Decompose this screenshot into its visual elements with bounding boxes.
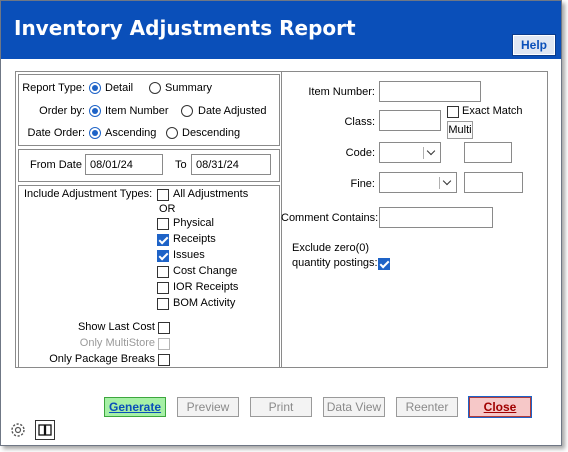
exact-match-checkbox[interactable]: [447, 106, 459, 118]
report-type-detail-label: Detail: [105, 82, 134, 94]
exclude-zero-label-line1: Exclude zero(0): [292, 242, 370, 254]
receipts-label: Receipts: [173, 233, 216, 245]
show-last-cost-label: Show Last Cost: [77, 321, 155, 333]
physical-checkbox[interactable]: [157, 218, 169, 230]
multi-button[interactable]: Multi: [447, 121, 473, 139]
report-window: Inventory Adjustments Report Help Report…: [0, 0, 562, 446]
bom-activity-label: BOM Activity: [173, 297, 236, 309]
data-view-button[interactable]: Data View: [323, 397, 385, 417]
only-package-breaks-label: Only Package Breaks: [49, 353, 155, 365]
exclude-zero-checkbox[interactable]: [378, 258, 390, 270]
report-type-label: Report Type:: [22, 82, 85, 94]
order-by-item-number-radio[interactable]: [89, 105, 101, 117]
receipts-checkbox[interactable]: [157, 234, 169, 246]
adjustment-types-label: Include Adjustment Types:: [24, 188, 153, 200]
gear-icon[interactable]: [9, 421, 27, 439]
issues-checkbox[interactable]: [157, 250, 169, 262]
or-label: OR: [159, 203, 176, 215]
book-icon[interactable]: [35, 420, 55, 440]
chevron-down-icon: [439, 177, 453, 189]
title-bar: Inventory Adjustments Report Help: [1, 1, 561, 59]
show-last-cost-checkbox[interactable]: [158, 322, 170, 334]
only-package-breaks-checkbox[interactable]: [158, 354, 170, 366]
fine-select[interactable]: [379, 172, 457, 193]
item-number-label: Item Number:: [308, 86, 375, 98]
exclude-zero-label-line2: quantity postings:: [292, 257, 378, 269]
window-title: Inventory Adjustments Report: [14, 16, 356, 40]
only-multistore-checkbox: [158, 338, 170, 350]
all-adjustments-label: All Adjustments: [173, 188, 249, 200]
close-button[interactable]: Close: [468, 396, 532, 418]
preview-button[interactable]: Preview: [177, 397, 239, 417]
reenter-button[interactable]: Reenter: [396, 397, 458, 417]
fine-secondary-input[interactable]: [464, 172, 523, 193]
date-order-ascending-label: Ascending: [105, 127, 157, 139]
physical-label: Physical: [173, 217, 214, 229]
issues-label: Issues: [173, 249, 205, 261]
date-order-label: Date Order:: [27, 127, 85, 139]
code-secondary-input[interactable]: [464, 142, 512, 163]
class-label: Class:: [344, 116, 375, 128]
date-order-ascending-radio[interactable]: [89, 127, 101, 139]
code-label: Code:: [345, 147, 375, 159]
print-button[interactable]: Print: [250, 397, 312, 417]
report-type-summary-radio[interactable]: [149, 82, 161, 94]
order-by-label: Order by:: [39, 105, 85, 117]
date-order-descending-label: Descending: [182, 127, 241, 139]
order-by-date-adjusted-label: Date Adjusted: [198, 105, 267, 117]
report-type-detail-radio[interactable]: [89, 82, 101, 94]
date-order-descending-radio[interactable]: [166, 127, 178, 139]
report-type-summary-label: Summary: [165, 82, 213, 94]
close-button-label: Close: [483, 400, 517, 414]
cost-change-checkbox[interactable]: [157, 266, 169, 278]
to-date-label: To: [175, 159, 187, 171]
order-by-item-number-label: Item Number: [105, 105, 169, 117]
bom-activity-checkbox[interactable]: [157, 298, 169, 310]
from-date-label: From Date: [30, 159, 82, 171]
to-date-input[interactable]: [191, 154, 271, 175]
comment-contains-label: Comment Contains:: [281, 212, 379, 224]
ior-receipts-label: IOR Receipts: [173, 281, 239, 293]
exact-match-label: Exact Match: [462, 105, 523, 117]
cost-change-label: Cost Change: [173, 265, 238, 277]
code-select[interactable]: [379, 142, 441, 163]
comment-contains-input[interactable]: [379, 207, 493, 228]
item-number-input[interactable]: [379, 81, 481, 102]
only-multistore-label: Only MultiStore: [79, 337, 155, 349]
chevron-down-icon: [423, 147, 437, 159]
help-button[interactable]: Help: [512, 34, 556, 56]
class-input[interactable]: [379, 110, 441, 131]
order-by-date-adjusted-radio[interactable]: [181, 105, 193, 117]
all-adjustments-checkbox[interactable]: [157, 189, 169, 201]
fine-label: Fine:: [350, 178, 375, 190]
from-date-input[interactable]: [85, 154, 163, 175]
generate-button-label: Generate: [108, 400, 162, 414]
generate-button[interactable]: Generate: [104, 397, 166, 417]
ior-receipts-checkbox[interactable]: [157, 282, 169, 294]
